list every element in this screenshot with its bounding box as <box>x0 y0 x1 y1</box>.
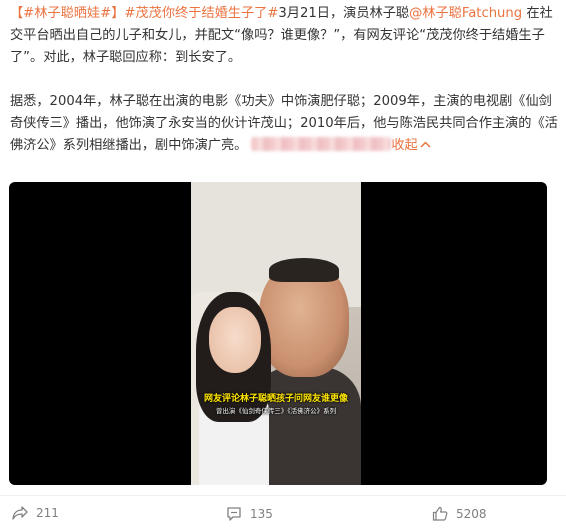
post-paragraph-1: 【#林子聪晒娃#】#茂茂你终于结婚生子了#3月21日，演员林子聪@林子聪Fatc… <box>10 3 558 69</box>
action-bar: 211 135 5208 <box>0 495 566 530</box>
like-button[interactable]: 5208 <box>432 506 487 521</box>
chevron-up-icon <box>418 138 431 153</box>
collapse-label: 收起 <box>391 138 418 153</box>
hashtag-link[interactable]: #茂茂你终于结婚生子了# <box>124 6 278 21</box>
post-body: 【#林子聪晒娃#】#茂茂你终于结婚生子了#3月21日，演员林子聪@林子聪Fatc… <box>10 3 558 157</box>
video-player[interactable]: 网友评论林子聪晒孩子问网友谁更像 曾出演《仙剑奇侠传三》《活佛济公》系列 <box>9 182 547 485</box>
thumbs-up-icon <box>432 506 448 521</box>
video-caption-title: 网友评论林子聪晒孩子问网友谁更像 <box>203 394 348 404</box>
collapse-button[interactable]: 收起 <box>391 138 431 153</box>
comment-count: 135 <box>250 506 273 521</box>
video-frame: 网友评论林子聪晒孩子问网友谁更像 曾出演《仙剑奇侠传三》《活佛济公》系列 <box>191 182 361 485</box>
like-count: 5208 <box>456 506 487 521</box>
comment-button[interactable]: 135 <box>226 506 273 521</box>
video-caption-subtitle: 曾出演《仙剑奇侠传三》《活佛济公》系列 <box>215 407 337 415</box>
hashtag-link[interactable]: 【#林子聪晒娃#】 <box>10 6 124 21</box>
girl-face-image <box>209 307 261 373</box>
share-icon <box>12 506 28 520</box>
comment-icon <box>226 506 242 521</box>
repost-button[interactable]: 211 <box>12 506 59 520</box>
mention-link[interactable]: @林子聪Fatchung <box>409 6 522 21</box>
post-paragraph-2: 据悉，2004年，林子聪在出演的电影《功夫》中饰演肥仔聪；2009年，主演的电视… <box>10 91 558 157</box>
post-text: 3月21日，演员林子聪 <box>278 6 410 21</box>
repost-count: 211 <box>36 506 59 520</box>
blurred-link <box>251 137 392 151</box>
